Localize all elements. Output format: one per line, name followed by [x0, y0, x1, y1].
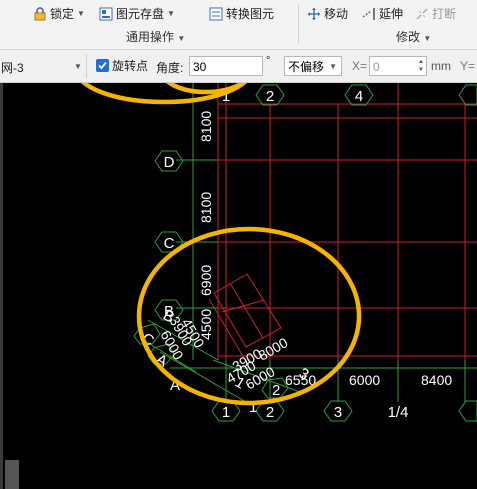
move-button[interactable]: 移动 [307, 5, 348, 22]
dimension-text: 6900 [198, 265, 214, 296]
axis-bubble[interactable]: 1/4 [388, 404, 409, 421]
corner-tab [5, 460, 19, 489]
x-input[interactable]: 0 ▲ ▼ [369, 56, 427, 76]
extend-button[interactable]: 延伸 [362, 5, 403, 22]
dimension-text: 8400 [421, 372, 452, 388]
extend-icon [362, 7, 376, 21]
checkbox-checked-icon[interactable] [96, 59, 109, 72]
spinner-icon[interactable]: ▲ ▼ [418, 58, 424, 74]
ribbon-divider [298, 4, 299, 44]
dimension-text: 8100 [198, 111, 214, 142]
axis-label: C [164, 235, 175, 252]
axis-label: 2 [266, 88, 274, 105]
lock-button[interactable]: 锁定 ▼ [33, 5, 85, 22]
break-label: 打断 [432, 7, 457, 21]
angle-value: 30 [193, 60, 207, 74]
chevron-down-icon: ▼ [423, 34, 432, 43]
dimension-text: 6000 [349, 372, 380, 388]
chevron-down-icon: ▼ [77, 9, 85, 18]
offset-value: 不偏移 [288, 60, 325, 74]
canvas-edge [0, 83, 3, 489]
property-toolbar: 网-3 ▼ 旋转点 角度: 30 ° 不偏移 ▼ X= 0 ▲ ▼ mm Y= [0, 50, 477, 83]
save-element-label: 图元存盘 [116, 7, 165, 21]
axis-label: 3 [334, 404, 342, 421]
convert-element-label: 转换图元 [226, 7, 275, 21]
convert-element-button[interactable]: 转换图元 [209, 5, 274, 22]
horizontal-dimensions: 6550 6000 8400 [285, 372, 452, 388]
drawing-canvas[interactable]: 1 2 4 D C B 8100 8100 6900 4500 6550 600… [0, 83, 477, 489]
save-element-button[interactable]: 图元存盘 ▼ [99, 5, 175, 22]
layer-dropdown[interactable]: 网-3 [1, 59, 24, 76]
y-label: Y= [460, 59, 476, 73]
angle-label: 角度: [156, 61, 184, 75]
group-general-label: 通用操作 [126, 30, 175, 44]
save-element-icon [99, 7, 113, 21]
extend-label: 延伸 [379, 7, 404, 21]
ribbon: 锁定 ▼ 图元存盘 ▼ 转换图元 移动 延伸 打断 通用操作 ▼ 修改 ▼ [0, 0, 477, 50]
break-button[interactable]: 打断 [415, 5, 456, 22]
degree-unit: ° [266, 55, 271, 67]
lock-icon [33, 6, 47, 21]
layer-value: 网-3 [1, 61, 24, 75]
axis-label: 2 [266, 404, 274, 421]
chevron-down-icon: ▼ [167, 9, 175, 18]
unit-mm: mm [431, 59, 451, 73]
axis-label: 1/4 [388, 404, 409, 421]
x-value: 0 [373, 60, 380, 74]
axis-label: D [164, 154, 175, 171]
move-label: 移动 [324, 7, 349, 21]
axis-label: 4 [355, 88, 363, 105]
break-icon [415, 7, 429, 21]
rotate-point-checkbox[interactable]: 旋转点 [96, 57, 148, 74]
angle-input[interactable]: 30 [189, 56, 263, 76]
offset-dropdown[interactable]: 不偏移 ▼ [284, 56, 342, 76]
rotate-point-label: 旋转点 [112, 59, 149, 73]
lock-label: 锁定 [50, 7, 75, 21]
chevron-down-icon: ▼ [329, 62, 337, 71]
toolbar-divider [86, 54, 87, 78]
chevron-down-icon: ▼ [177, 34, 186, 43]
group-modify-label: 修改 [396, 30, 421, 44]
axis-label: 1 [222, 404, 230, 421]
move-icon [307, 7, 321, 21]
group-modify[interactable]: 修改 ▼ [396, 28, 431, 45]
group-general-operations[interactable]: 通用操作 ▼ [126, 28, 185, 45]
x-label: X= [352, 59, 368, 73]
dimension-text: 8100 [198, 192, 214, 223]
convert-element-icon [209, 7, 223, 21]
chevron-down-icon[interactable]: ▼ [74, 62, 82, 71]
canvas-background [0, 83, 477, 489]
axis-label: 2 [272, 382, 280, 399]
